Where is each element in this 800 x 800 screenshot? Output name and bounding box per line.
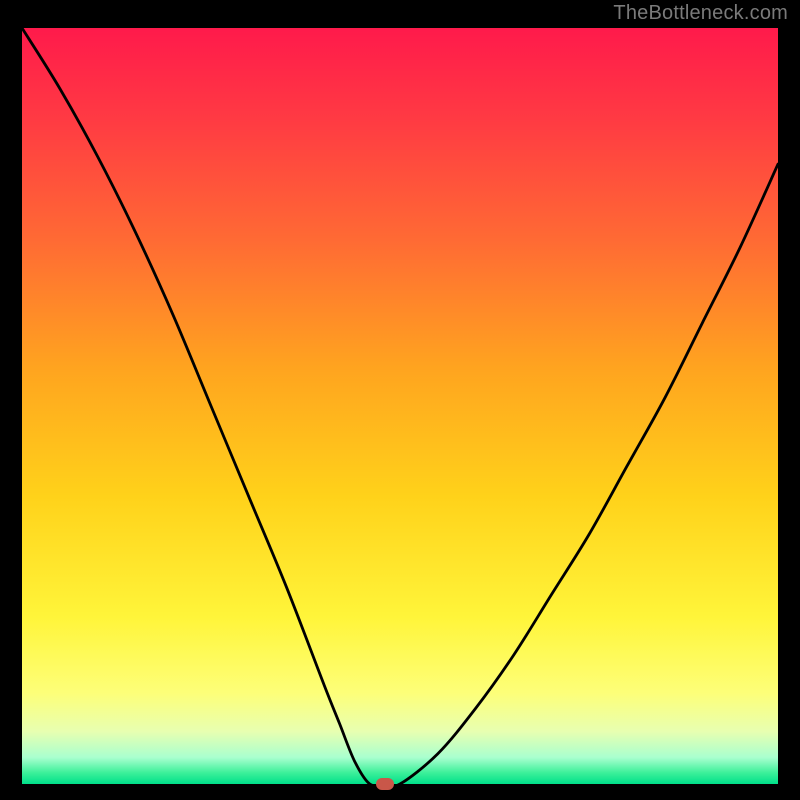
optimal-point-marker (376, 778, 394, 790)
plot-area (22, 28, 778, 784)
chart-frame: TheBottleneck.com (0, 0, 800, 800)
watermark-text: TheBottleneck.com (613, 2, 788, 25)
gradient-background (22, 28, 778, 784)
chart-svg (22, 28, 778, 784)
